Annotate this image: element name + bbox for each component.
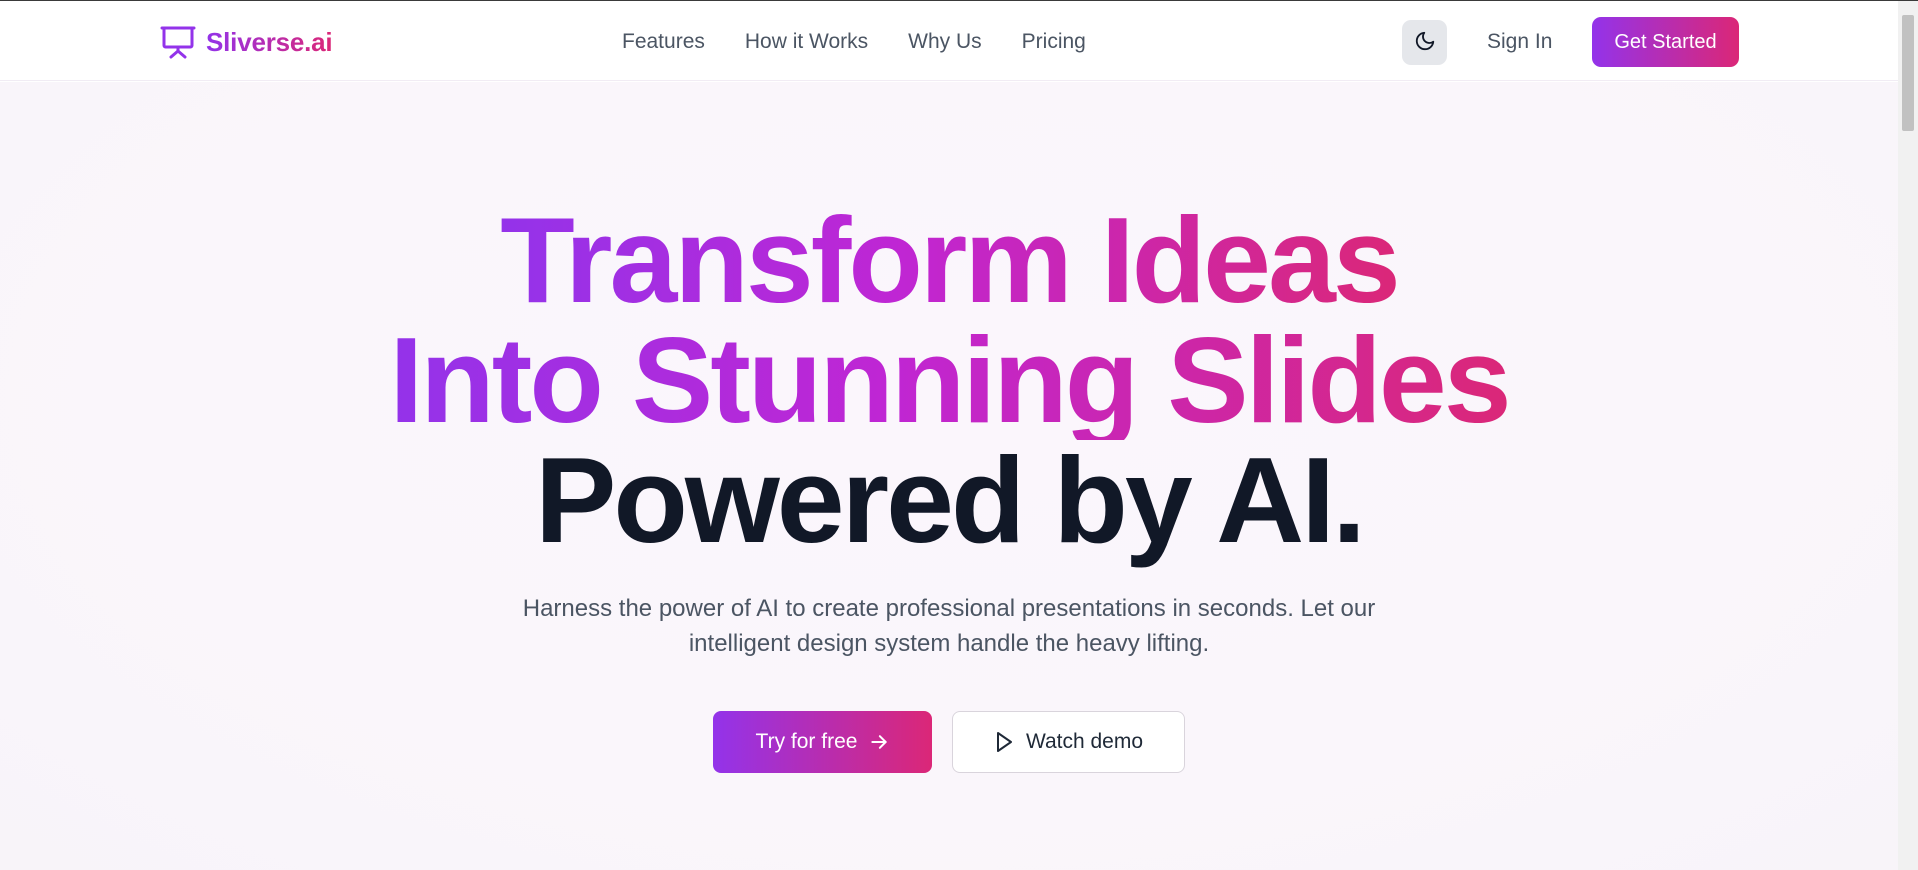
watch-demo-label: Watch demo [1025,730,1144,753]
theme-toggle-button[interactable] [1402,20,1447,65]
nav-link-pricing[interactable]: Pricing [1022,30,1086,54]
headline-line-2: Into Stunning Slides [383,319,1514,441]
arrow-right-icon [869,732,889,752]
watch-demo-button[interactable]: Watch demo [952,711,1185,773]
hero-headline: Transform Ideas Into Stunning Slides Pow… [0,199,1898,568]
hero-subtitle: Harness the power of AI to create profes… [449,591,1449,661]
moon-icon [1414,30,1436,55]
brand-logo-link[interactable]: Sliverse.ai [160,23,333,61]
try-for-free-label: Try for free [755,730,858,753]
top-navbar: Sliverse.ai Features How it Works Why Us… [0,1,1898,81]
nav-link-features[interactable]: Features [622,30,705,54]
page-scrollbar[interactable] [1898,1,1918,870]
hero-cta-row: Try for free Watch demo [0,711,1898,773]
headline-line-1: Transform Ideas [494,199,1403,321]
brand-name: Sliverse.ai [206,26,333,57]
sign-in-link[interactable]: Sign In [1487,25,1552,59]
presentation-icon [160,25,196,59]
nav-link-why-us[interactable]: Why Us [908,30,982,54]
headline-line-3: Powered by AI. [534,432,1366,568]
play-icon [994,731,1014,753]
subtitle-line-2: intelligent design system handle the hea… [688,630,1210,657]
main-nav: Features How it Works Why Us Pricing [622,25,1086,59]
nav-link-how-it-works[interactable]: How it Works [745,30,868,54]
get-started-button[interactable]: Get Started [1592,17,1739,67]
try-for-free-button[interactable]: Try for free [713,711,932,773]
subtitle-line-1: Harness the power of AI to create profes… [522,595,1376,622]
scrollbar-thumb[interactable] [1902,15,1914,131]
hero-section: Transform Ideas Into Stunning Slides Pow… [0,82,1898,870]
